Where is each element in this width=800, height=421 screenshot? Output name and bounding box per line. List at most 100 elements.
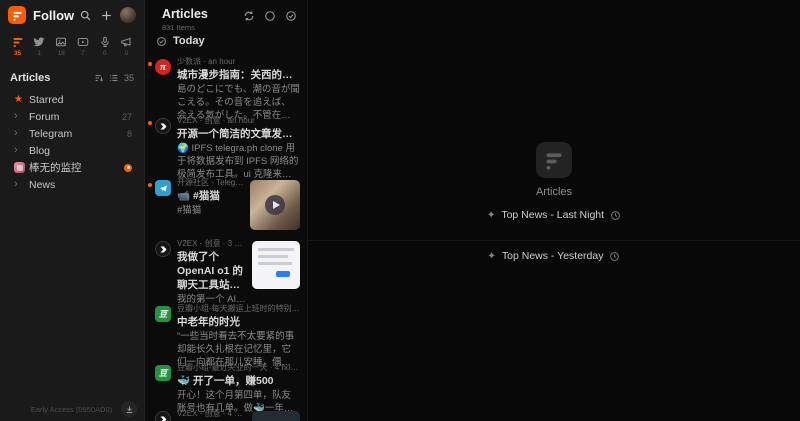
unread-total-count: 35	[124, 73, 134, 83]
sidebar-item-forum[interactable]: › Forum 27	[2, 108, 142, 125]
thumbnail[interactable]	[252, 411, 300, 421]
follow-logo-large	[536, 142, 572, 178]
sidebar-item-label: News	[29, 179, 132, 191]
article-item[interactable]: V2EX - 创意 · an hour 开源一个简洁的文章发布平台 🌍 IPFS…	[146, 114, 307, 181]
entry-meta: V2EX - 创意 · 4 hours	[177, 409, 246, 419]
today-label: Today	[173, 35, 205, 47]
entry-body: 豆瓣小组-每天搬运上班时的特别瞬间一起迷… · 3 hours 中老年的时光 “…	[177, 304, 300, 369]
circle-icon	[264, 10, 276, 22]
entry-meta: V2EX - 创意 · 3 hours	[177, 239, 246, 249]
list-view-icon[interactable]	[109, 73, 119, 83]
check-circle-icon	[156, 36, 167, 47]
entry-meta: 豆瓣小组-最近失业的一天 · 4 hours	[177, 363, 300, 373]
entry-meta: 开源社区 - Telegram… · 2 hours	[177, 178, 244, 188]
video-icon	[77, 36, 89, 48]
chevron-right-icon: ›	[14, 128, 26, 139]
unread-dot	[148, 121, 152, 125]
view-count: 1	[37, 50, 41, 57]
entry-title: 开源一个简洁的文章发布平台	[177, 127, 300, 141]
sidebar-item-label: 棒无的监控	[29, 160, 120, 175]
feed-favicon-sspai: π	[155, 59, 171, 75]
download-button[interactable]	[121, 401, 137, 417]
download-icon	[125, 405, 134, 414]
view-tab-videos[interactable]: 7	[73, 36, 92, 57]
search-icon	[79, 9, 92, 22]
star-icon: ★	[14, 95, 26, 105]
report-label: Top News - Last Night	[501, 209, 604, 221]
entry-description: #猫猫	[177, 204, 244, 217]
sidebar-item-monitor-feed[interactable]: 棒无的监控	[2, 159, 142, 176]
sidebar-header: Follow	[0, 0, 144, 30]
sidebar-item-count: 8	[127, 129, 132, 139]
refresh-button[interactable]	[243, 10, 255, 22]
view-count: 0	[125, 50, 129, 57]
chevron-right-icon: ›	[14, 179, 26, 190]
article-item[interactable]: V2EX - 创意 · 3 hours 我做了个 OpenAI o1 的聊天工具…	[146, 237, 307, 306]
view-switcher: 35 1 18 7 0 0	[0, 30, 144, 61]
preview-panel: Articles ✦ Top News - Last Night ✦ Top N…	[307, 0, 800, 421]
empty-state: Articles	[308, 142, 800, 198]
feed-favicon-telegram	[155, 180, 171, 196]
view-tab-social-media[interactable]: 1	[30, 36, 49, 57]
view-count: 18	[57, 50, 64, 57]
daily-report-last-night[interactable]: ✦ Top News - Last Night	[308, 209, 800, 221]
article-item[interactable]: 豆 豆瓣小组-每天搬运上班时的特别瞬间一起迷… · 3 hours 中老年的时光…	[146, 302, 307, 369]
sparkle-icon: ✦	[488, 251, 496, 262]
entry-meta: 少数派 · an hour	[177, 57, 300, 67]
check-circle-icon	[285, 10, 297, 22]
twitter-bird-icon	[33, 36, 45, 48]
sort-icon[interactable]	[94, 73, 104, 83]
today-section-header: Today	[146, 35, 205, 47]
sidebar-item-telegram[interactable]: › Telegram 8	[2, 125, 142, 142]
entry-body: V2EX - 创意 · an hour 开源一个简洁的文章发布平台 🌍 IPFS…	[177, 116, 300, 181]
webpage-thumbnail[interactable]	[252, 241, 300, 289]
entry-title: 中老年的时光	[177, 315, 300, 329]
sidebar-item-blog[interactable]: › Blog	[2, 142, 142, 159]
user-avatar[interactable]	[120, 7, 136, 23]
thumbnail-button-shape	[276, 271, 290, 277]
mark-all-read-button[interactable]	[285, 10, 297, 22]
refresh-icon	[243, 10, 255, 22]
article-item[interactable]: V2EX - 创意 · 4 hours	[146, 407, 307, 421]
daily-report-yesterday[interactable]: ✦ Top News - Yesterday	[308, 250, 800, 262]
sidebar-item-news[interactable]: › News	[2, 176, 142, 193]
unread-dot	[148, 62, 152, 66]
unread-filter-button[interactable]	[264, 10, 276, 22]
video-thumbnail[interactable]	[250, 180, 300, 230]
view-tab-pictures[interactable]: 18	[52, 36, 71, 57]
report-label: Top News - Yesterday	[502, 250, 604, 262]
view-tab-articles[interactable]: 35	[8, 36, 27, 57]
chevron-right-icon: ›	[14, 145, 26, 156]
clock-icon	[609, 251, 620, 262]
claimed-badge-icon	[124, 164, 132, 172]
sidebar-item-label: Blog	[29, 145, 132, 157]
view-count: 7	[81, 50, 85, 57]
sidebar-item-label: Forum	[29, 111, 122, 123]
feed-favicon	[14, 162, 25, 173]
entry-body: V2EX - 创意 · 4 hours	[177, 409, 246, 421]
add-button[interactable]	[98, 6, 115, 24]
app-logo-icon[interactable]	[8, 6, 26, 24]
favicon-glyph: π	[160, 62, 166, 72]
divider	[308, 240, 800, 241]
view-tab-notifications[interactable]: 0	[117, 36, 136, 57]
sidebar-item-label: Telegram	[29, 128, 127, 140]
article-item[interactable]: 开源社区 - Telegram… · 2 hours 📹 #猫猫 #猫猫	[146, 176, 307, 230]
list-header: Articles 831 Items	[146, 0, 307, 32]
entry-meta: 豆瓣小组-每天搬运上班时的特别瞬间一起迷… · 3 hours	[177, 304, 300, 314]
plus-icon	[100, 9, 113, 22]
article-list-panel: Articles 831 Items Today π	[146, 0, 307, 421]
view-count: 35	[14, 50, 21, 57]
microphone-icon	[99, 36, 111, 48]
sidebar-item-starred[interactable]: ★ Starred	[2, 91, 142, 108]
sparkle-icon: ✦	[487, 210, 495, 221]
feed-favicon-douban: 豆	[155, 365, 171, 381]
entry-body: 开源社区 - Telegram… · 2 hours 📹 #猫猫 #猫猫	[177, 178, 244, 230]
version-label: Early Access (0950AD0)	[0, 405, 121, 414]
chevron-right-icon: ›	[14, 111, 26, 122]
article-item[interactable]: π 少数派 · an hour 城市漫步指南：关西的夏日重现 島のどこにでも、潮…	[146, 55, 307, 122]
paper-plane-glyph	[159, 184, 168, 193]
search-button[interactable]	[77, 6, 94, 24]
view-tab-audios[interactable]: 0	[95, 36, 114, 57]
sidebar-footer: Early Access (0950AD0)	[0, 397, 144, 421]
